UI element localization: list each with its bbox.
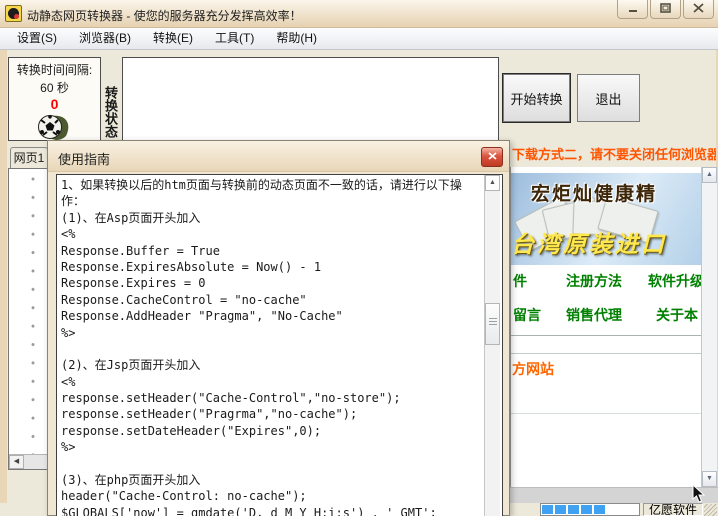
guide-line: Response.ExpiresAbsolute = Now() - 1 (61, 259, 502, 275)
progress-block (581, 505, 592, 514)
menu-browser[interactable]: 浏览器(B) (68, 28, 142, 49)
guide-line (61, 456, 502, 472)
guide-line: %> (61, 325, 502, 341)
guide-line: %> (61, 439, 502, 455)
guide-line: (1)、在Asp页面开头加入 (61, 210, 502, 226)
progress-block (555, 505, 566, 514)
resize-grip[interactable] (704, 504, 717, 516)
close-icon (488, 152, 497, 160)
guide-text-area[interactable]: 1、如果转换以后的htm页面与转换前的动态页面不一致的话，请进行以下操 作： (… (56, 174, 503, 516)
tab-page1[interactable]: 网页1 (10, 147, 48, 169)
progress-block (568, 505, 579, 514)
guide-line: response.setDateHeader("Expires",0); (61, 423, 502, 439)
user-guide-dialog: 使用指南 1、如果转换以后的htm页面与转换前的动态页面不一致的话，请进行以下操… (47, 140, 510, 516)
link-fragment-1[interactable]: 件 (513, 271, 527, 291)
conversion-status-label: 转换状态 (100, 86, 120, 146)
download-notice: 下载方式二，请不要关闭任何浏览器！ (512, 144, 716, 163)
guide-line: header("Cache-Control: no-cache"); (61, 488, 502, 504)
link-message[interactable]: 留言 (513, 305, 541, 325)
exit-button[interactable]: 退出 (577, 74, 640, 122)
progress-block (594, 505, 605, 514)
guide-line (61, 341, 502, 357)
divider (511, 413, 702, 414)
brand-label: 亿愿软件 (643, 503, 703, 516)
link-register-method[interactable]: 注册方法 (566, 271, 622, 291)
scroll-up-icon[interactable]: ▲ (702, 167, 717, 183)
guide-line: <% (61, 226, 502, 242)
progress-block (542, 505, 553, 514)
interval-value: 60 秒 (9, 79, 100, 96)
link-sales-agent[interactable]: 销售代理 (566, 305, 622, 325)
browser-horizontal-scrollbar[interactable] (510, 487, 718, 503)
scroll-up-icon[interactable]: ▲ (485, 175, 500, 191)
guide-line: $GLOBALS['now'] = gmdate('D, d M Y H:i:s… (61, 505, 502, 516)
banner-title: 宏炬灿健康精 (531, 179, 657, 206)
close-icon (693, 3, 704, 13)
guide-line: (3)、在php页面开头加入 (61, 472, 502, 488)
conversion-status-box (122, 57, 499, 141)
guide-line: Response.Expires = 0 (61, 275, 502, 291)
progress-bar (540, 503, 640, 516)
menu-help[interactable]: 帮助(H) (265, 28, 328, 49)
guide-line: Response.Buffer = True (61, 243, 502, 259)
ad-banner[interactable]: 宏炬灿健康精 台湾原装进口 (511, 173, 702, 265)
start-convert-button[interactable]: 开始转换 (503, 74, 570, 122)
guide-line: 作： (61, 193, 502, 209)
dialog-titlebar[interactable]: 使用指南 (48, 141, 509, 172)
menu-tools[interactable]: 工具(T) (204, 28, 265, 49)
guide-line: 1、如果转换以后的htm页面与转换前的动态页面不一致的话，请进行以下操 (61, 177, 502, 193)
scroll-left-icon[interactable]: ◀ (9, 455, 24, 469)
link-about[interactable]: 关于本 (656, 305, 698, 325)
window-frame-left (0, 50, 7, 516)
menu-convert[interactable]: 转换(E) (142, 28, 204, 49)
browser-vertical-scrollbar[interactable]: ▲ ▼ (701, 167, 717, 487)
mouse-cursor (692, 484, 706, 504)
app-icon (5, 5, 22, 22)
countdown-value: 0 (9, 96, 100, 112)
guide-line: Response.AddHeader "Pragma", "No-Cache" (61, 308, 502, 324)
dialog-title: 使用指南 (58, 149, 110, 168)
titlebar[interactable]: 动静态网页转换器 - 使您的服务器充分发挥高效率！ (0, 0, 718, 28)
menu-settings[interactable]: 设置(S) (6, 28, 68, 49)
app-window: 动静态网页转换器 - 使您的服务器充分发挥高效率！ 设置(S) 浏览器(B) 转… (0, 0, 718, 516)
guide-line: response.setHeader("Pragrma","no-cache")… (61, 406, 502, 422)
link-official-site[interactable]: 方网站 (512, 359, 554, 379)
link-software-upgrade[interactable]: 软件升级 (648, 271, 704, 291)
guide-line: response.setHeader("Cache-Control","no-s… (61, 390, 502, 406)
browser-pane: 宏炬灿健康精 台湾原装进口 件 注册方法 软件升级 留言 销售代理 关于本 方网… (510, 167, 717, 487)
interval-label: 转换时间间隔: (9, 61, 100, 78)
window-controls (617, 0, 714, 19)
minimize-icon (628, 4, 638, 13)
interval-panel: 转换时间间隔: 60 秒 0 (8, 57, 101, 141)
guide-line: (2)、在Jsp页面开头加入 (61, 357, 502, 373)
guide-line: <% (61, 374, 502, 390)
maximize-button[interactable] (650, 0, 681, 19)
close-button[interactable] (683, 0, 714, 19)
window-title: 动静态网页转换器 - 使您的服务器充分发挥高效率！ (27, 7, 302, 24)
scrollbar-thumb[interactable] (485, 303, 500, 345)
banner-subtitle: 台湾原装进口 (511, 225, 667, 259)
guide-line: Response.CacheControl = "no-cache" (61, 292, 502, 308)
maximize-icon (660, 3, 671, 13)
divider (511, 335, 702, 336)
divider (511, 353, 702, 354)
menu-bar: 设置(S) 浏览器(B) 转换(E) 工具(T) 帮助(H) (0, 28, 718, 50)
dialog-close-button[interactable] (481, 147, 503, 167)
guide-vertical-scrollbar[interactable]: ▲ (484, 175, 500, 516)
minimize-button[interactable] (617, 0, 648, 19)
